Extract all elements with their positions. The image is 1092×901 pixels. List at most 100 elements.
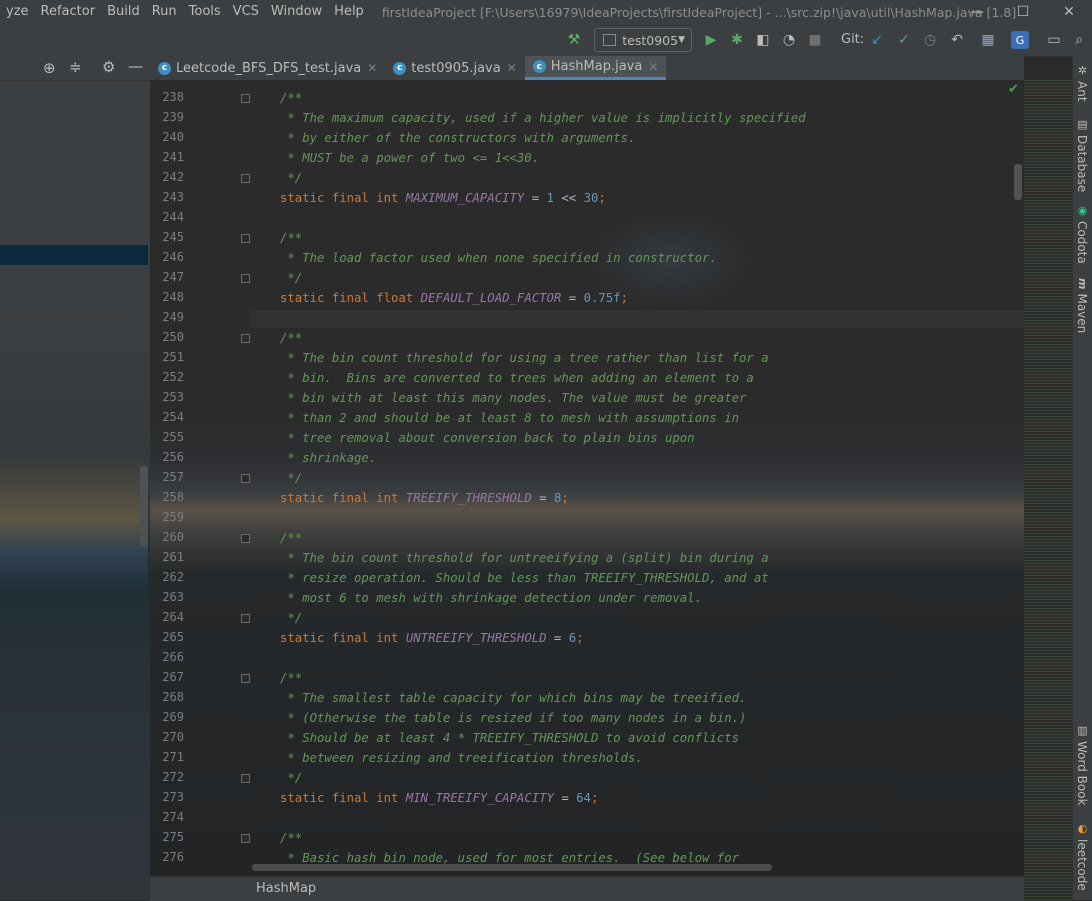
translate-icon[interactable]: G: [1011, 31, 1029, 49]
debug-icon[interactable]: ✱: [726, 29, 748, 51]
menu-tools[interactable]: Tools: [183, 0, 227, 24]
menu-run[interactable]: Run: [146, 0, 183, 24]
presentation-icon[interactable]: ▭: [1043, 29, 1065, 51]
project-structure-icon[interactable]: ▦: [977, 29, 999, 51]
code-line[interactable]: /**: [280, 228, 302, 248]
code-line[interactable]: static final int UNTREEIFY_THRESHOLD = 6…: [280, 628, 584, 648]
line-number: 245: [162, 230, 184, 244]
code-line[interactable]: * The smallest table capacity for which …: [280, 688, 746, 708]
close-tab-icon[interactable]: ✕: [507, 61, 517, 75]
project-tree-selected-row[interactable]: [0, 245, 148, 265]
fold-marker-icon[interactable]: [241, 774, 250, 783]
build-hammer-icon[interactable]: ⚒: [563, 29, 585, 51]
close-tab-icon[interactable]: ✕: [367, 61, 377, 75]
vertical-scrollbar[interactable]: [1014, 164, 1022, 200]
close-tab-icon[interactable]: ✕: [648, 60, 658, 74]
tab-hashmap[interactable]: c HashMap.java ✕: [524, 56, 667, 80]
tab-test0905[interactable]: c test0905.java ✕: [385, 56, 524, 80]
code-line[interactable]: * resize operation. Should be less than …: [280, 568, 768, 588]
code-line[interactable]: static final float DEFAULT_LOAD_FACTOR =…: [280, 288, 628, 308]
tool-leetcode[interactable]: ◐leetcode: [1075, 822, 1089, 891]
code-line[interactable]: * than 2 and should be at least 8 to mes…: [280, 408, 739, 428]
fold-marker-icon[interactable]: [241, 234, 250, 243]
collapse-all-icon[interactable]: ≑: [69, 58, 82, 76]
breadcrumb-item-hashmap[interactable]: HashMap: [256, 881, 316, 896]
code-editor[interactable]: 238 239 240 241 242 243 244 245 246 247 248 249 250 2…: [150, 80, 1024, 876]
code-line[interactable]: * (Otherwise the table is resized if too…: [280, 708, 746, 728]
fold-marker-icon[interactable]: [241, 614, 250, 623]
menu-refactor[interactable]: Refactor: [35, 0, 102, 24]
code-line[interactable]: */: [280, 268, 302, 288]
code-minimap[interactable]: [1014, 80, 1072, 900]
code-line[interactable]: static final int MAXIMUM_CAPACITY = 1 <<…: [280, 188, 606, 208]
code-token: * The bin count threshold for using a tr…: [280, 351, 769, 365]
project-scrollbar[interactable]: [140, 466, 148, 546]
code-line[interactable]: * tree removal about conversion back to …: [280, 428, 695, 448]
code-line[interactable]: * The load factor used when none specifi…: [280, 248, 716, 268]
fold-marker-icon[interactable]: [241, 834, 250, 843]
tool-codota[interactable]: ◉Codota: [1075, 204, 1089, 264]
code-line[interactable]: * bin. Bins are converted to trees when …: [280, 368, 753, 388]
inspection-ok-icon[interactable]: ✔: [1008, 82, 1019, 97]
code-line[interactable]: * Should be at least 4 * TREEIFY_THRESHO…: [280, 728, 739, 748]
code-token: */: [280, 171, 303, 185]
code-line[interactable]: */: [280, 608, 302, 628]
code-line[interactable]: * shrinkage.: [280, 448, 376, 468]
code-line[interactable]: * most 6 to mesh with shrinkage detectio…: [280, 588, 702, 608]
coverage-icon[interactable]: ◧: [752, 29, 774, 51]
maximize-button[interactable]: ☐: [1000, 0, 1046, 24]
stop-icon[interactable]: ■: [804, 29, 826, 51]
code-line[interactable]: * MUST be a power of two <= 1<<30.: [280, 148, 539, 168]
fold-marker-icon[interactable]: [241, 334, 250, 343]
code-line[interactable]: /**: [280, 528, 302, 548]
minimize-button[interactable]: —: [954, 0, 1000, 24]
fold-marker-icon[interactable]: [241, 534, 250, 543]
settings-gear-icon[interactable]: ⚙: [102, 58, 115, 76]
code-line[interactable]: */: [280, 468, 302, 488]
fold-marker-icon[interactable]: [241, 174, 250, 183]
menu-analyze[interactable]: yze: [0, 0, 35, 24]
menu-build[interactable]: Build: [101, 0, 146, 24]
tool-maven[interactable]: mMaven: [1075, 278, 1089, 333]
code-line[interactable]: */: [280, 168, 302, 188]
git-update-icon[interactable]: ↙: [866, 29, 888, 51]
search-everywhere-icon[interactable]: ⌕: [1068, 29, 1090, 51]
run-configuration-select[interactable]: test0905 ▼: [594, 28, 692, 52]
fold-marker-icon[interactable]: [241, 94, 250, 103]
git-rollback-icon[interactable]: ↶: [946, 29, 968, 51]
run-icon[interactable]: ▶: [700, 29, 722, 51]
code-line[interactable]: * The maximum capacity, used if a higher…: [280, 108, 805, 128]
code-line[interactable]: /**: [280, 88, 302, 108]
code-line[interactable]: * between resizing and treeification thr…: [280, 748, 642, 768]
menu-window[interactable]: Window: [265, 0, 328, 24]
fold-marker-icon[interactable]: [241, 674, 250, 683]
locate-icon[interactable]: ⊕: [43, 59, 56, 77]
code-token: * tree removal about conversion back to …: [280, 431, 695, 445]
code-line[interactable]: * bin with at least this many nodes. The…: [280, 388, 746, 408]
fold-marker-icon[interactable]: [241, 474, 250, 483]
code-token: */: [280, 611, 303, 625]
horizontal-scrollbar[interactable]: [252, 864, 772, 871]
hide-panel-icon[interactable]: —: [128, 57, 143, 75]
menu-vcs[interactable]: VCS: [227, 0, 265, 24]
code-line[interactable]: */: [280, 768, 302, 788]
tool-database[interactable]: ▤Database: [1075, 118, 1089, 192]
code-line[interactable]: * by either of the constructors with arg…: [280, 128, 635, 148]
git-commit-icon[interactable]: ✓: [893, 29, 915, 51]
code-line[interactable]: static final int TREEIFY_THRESHOLD = 8;: [280, 488, 569, 508]
code-line[interactable]: /**: [280, 828, 302, 848]
git-history-icon[interactable]: ◷: [919, 29, 941, 51]
code-line[interactable]: /**: [280, 328, 302, 348]
close-window-button[interactable]: ✕: [1046, 0, 1092, 24]
code-line[interactable]: static final int MIN_TREEIFY_CAPACITY = …: [280, 788, 598, 808]
code-line[interactable]: * The bin count threshold for untreeifyi…: [280, 548, 768, 568]
menu-help[interactable]: Help: [328, 0, 370, 24]
tool-ant[interactable]: ✲Ant: [1075, 64, 1089, 102]
tab-leetcode-bfs-dfs-test[interactable]: c Leetcode_BFS_DFS_test.java ✕: [150, 56, 385, 80]
profile-icon[interactable]: ◔: [778, 29, 800, 51]
code-line[interactable]: /**: [280, 668, 302, 688]
tool-word-book[interactable]: ▥Word Book: [1075, 724, 1089, 806]
caret-row-highlight: [250, 310, 1024, 328]
code-line[interactable]: * The bin count threshold for using a tr…: [280, 348, 769, 368]
fold-marker-icon[interactable]: [241, 274, 250, 283]
